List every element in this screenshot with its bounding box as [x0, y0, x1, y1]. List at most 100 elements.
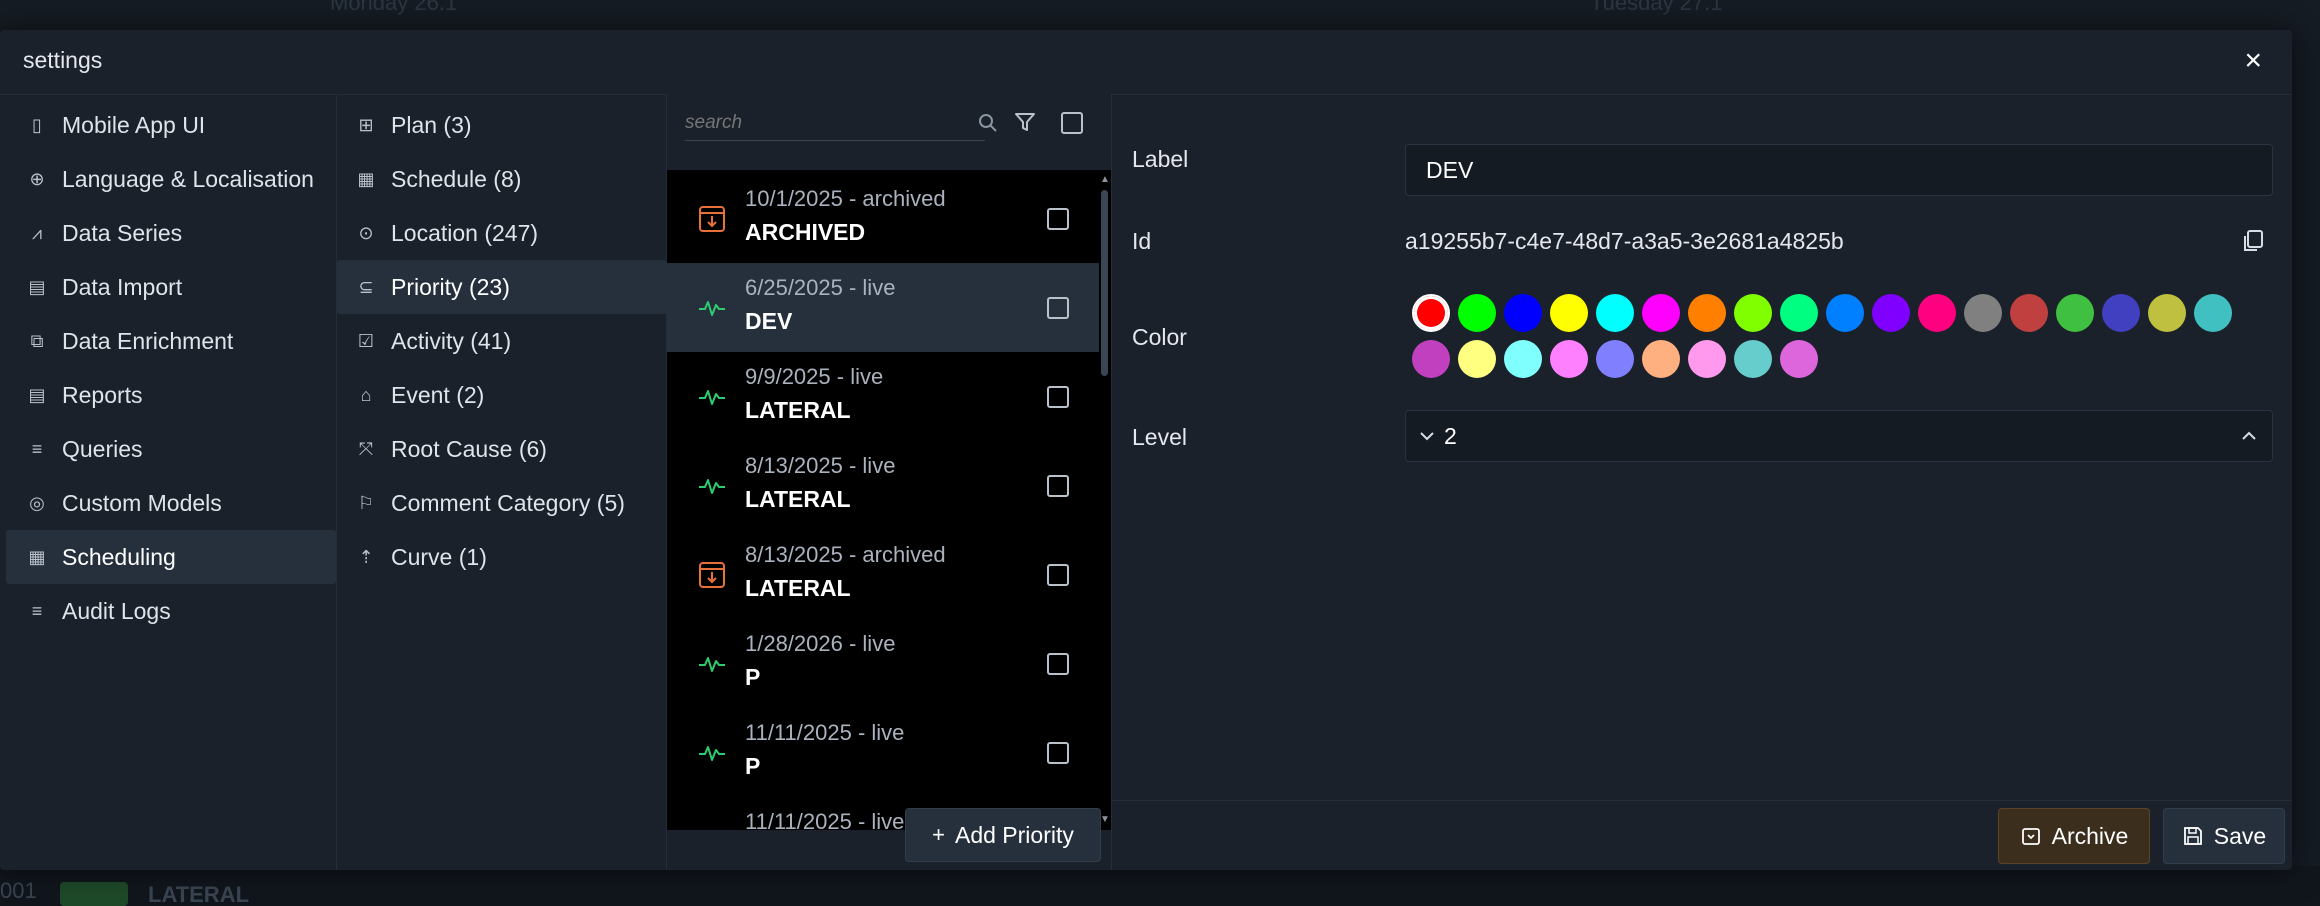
column-divider — [1111, 94, 1112, 870]
save-button[interactable]: Save — [2163, 808, 2285, 864]
settings-dialog: settings × ▯ Mobile App UI ⊕ Language & Loc… — [0, 30, 2292, 870]
list-item-checkbox[interactable] — [1047, 386, 1069, 408]
color-swatch[interactable] — [1412, 340, 1450, 378]
list-item-label: ARCHIVED — [745, 219, 866, 245]
close-icon[interactable]: × — [2244, 44, 2262, 78]
chevron-up-icon[interactable] — [2238, 425, 2260, 447]
color-swatch[interactable] — [1688, 294, 1726, 332]
add-priority-button[interactable]: + Add Priority — [905, 808, 1101, 862]
color-swatch[interactable] — [1412, 294, 1450, 332]
color-swatch[interactable] — [1964, 294, 2002, 332]
sub-nav-item-priority-23[interactable]: ⊆ Priority (23) — [337, 260, 667, 314]
color-swatch[interactable] — [1596, 340, 1634, 378]
activity-icon: ☑ — [357, 330, 375, 351]
live-pulse-icon — [697, 827, 727, 830]
scroll-up-arrow[interactable]: ▲ — [1099, 174, 1111, 185]
list-item-date: 1/28/2026 - live — [745, 631, 896, 656]
select-all-checkbox[interactable] — [1061, 112, 1083, 134]
sub-nav-item-root-cause-6[interactable]: ⤧ Root Cause (6) — [337, 422, 667, 476]
audit-icon: ≡ — [31, 600, 43, 621]
nav-item-audit-logs[interactable]: ≡ Audit Logs — [6, 584, 336, 638]
color-swatch[interactable] — [2010, 294, 2048, 332]
level-value: 2 — [1444, 423, 1457, 449]
list-item[interactable]: 10/1/2025 - archived ARCHIVED — [667, 174, 1099, 263]
nav-item-data-series[interactable]: ⩘ Data Series — [6, 206, 336, 260]
list-item-checkbox[interactable] — [1047, 297, 1069, 319]
color-swatch[interactable] — [1688, 340, 1726, 378]
color-field-label: Color — [1132, 324, 1187, 350]
list-item-checkbox[interactable] — [1047, 475, 1069, 497]
copy-icon[interactable] — [2240, 228, 2266, 254]
color-swatch[interactable] — [1734, 294, 1772, 332]
search-icon[interactable] — [977, 112, 999, 134]
nav-item-language-localisation[interactable]: ⊕ Language & Localisation — [6, 152, 336, 206]
search-input[interactable] — [685, 112, 985, 141]
sub-nav-item-location-247[interactable]: ⊙ Location (247) — [337, 206, 667, 260]
sub-nav-item-activity-41[interactable]: ☑ Activity (41) — [337, 314, 667, 368]
bg-day-right: Tuesday 27.1 — [1590, 0, 1723, 15]
list-item[interactable]: 8/13/2025 - live LATERAL — [667, 441, 1099, 530]
label-input[interactable] — [1405, 144, 2273, 196]
scrollbar-thumb[interactable] — [1101, 190, 1108, 376]
color-swatch[interactable] — [1550, 294, 1588, 332]
chevron-down-icon[interactable] — [1416, 425, 1438, 447]
sub-nav-item-comment-category-5[interactable]: ⚐ Comment Category (5) — [337, 476, 667, 530]
sub-nav-item-label: Schedule (8) — [391, 165, 522, 192]
archive-label: Archive — [2051, 822, 2129, 849]
report-icon: ▤ — [28, 384, 46, 405]
nav-item-label: Mobile App UI — [62, 111, 206, 138]
nav-item-label: Data Enrichment — [62, 327, 234, 354]
nav-item-data-enrichment[interactable]: ⧉ Data Enrichment — [6, 314, 336, 368]
list-item[interactable]: 11/11/2025 - live P — [667, 708, 1099, 797]
nav-item-queries[interactable]: ≡ Queries — [6, 422, 336, 476]
color-swatch[interactable] — [2194, 294, 2232, 332]
nav-item-scheduling[interactable]: ▦ Scheduling — [6, 530, 336, 584]
color-swatch[interactable] — [1458, 340, 1496, 378]
color-swatch[interactable] — [1458, 294, 1496, 332]
nav-item-custom-models[interactable]: ◎ Custom Models — [6, 476, 336, 530]
list-item-checkbox[interactable] — [1047, 208, 1069, 230]
color-swatch[interactable] — [2148, 294, 2186, 332]
color-swatch[interactable] — [1504, 340, 1542, 378]
nav-item-mobile-app-ui[interactable]: ▯ Mobile App UI — [6, 98, 336, 152]
list-item[interactable]: 1/28/2026 - live P — [667, 619, 1099, 708]
color-swatch[interactable] — [2056, 294, 2094, 332]
color-swatch[interactable] — [1734, 340, 1772, 378]
header-divider — [0, 94, 2292, 95]
level-select[interactable]: 2 — [1405, 410, 2273, 462]
color-swatch[interactable] — [1826, 294, 1864, 332]
list-item[interactable]: 6/25/2025 - live DEV — [667, 263, 1099, 352]
color-swatch[interactable] — [1918, 294, 1956, 332]
sub-nav-item-plan-3[interactable]: ⊞ Plan (3) — [337, 98, 667, 152]
list-item[interactable]: 8/13/2025 - archived LATERAL — [667, 530, 1099, 619]
sub-nav-item-curve-1[interactable]: ⇡ Curve (1) — [337, 530, 667, 584]
color-swatch[interactable] — [1780, 340, 1818, 378]
list-item-checkbox[interactable] — [1047, 653, 1069, 675]
add-priority-label: Add Priority — [954, 821, 1074, 848]
list-item-checkbox[interactable] — [1047, 742, 1069, 764]
color-swatch[interactable] — [1504, 294, 1542, 332]
sub-nav-item-label: Location (247) — [391, 219, 539, 246]
color-swatch[interactable] — [1550, 340, 1588, 378]
list-item-checkbox[interactable] — [1047, 564, 1069, 586]
color-swatch[interactable] — [2102, 294, 2140, 332]
bg-row-code: 001 — [0, 878, 37, 903]
color-swatch[interactable] — [1596, 294, 1634, 332]
archive-icon — [697, 560, 727, 590]
root-cause-icon: ⤧ — [358, 438, 374, 459]
color-swatch-grid — [1412, 294, 2272, 378]
color-swatch[interactable] — [1642, 294, 1680, 332]
query-icon: ≡ — [31, 438, 43, 459]
archive-button[interactable]: Archive — [1998, 808, 2150, 864]
color-swatch[interactable] — [1872, 294, 1910, 332]
list-item-date: 9/9/2025 - live — [745, 364, 884, 389]
sub-nav-item-schedule-8[interactable]: ▦ Schedule (8) — [337, 152, 667, 206]
priority-icon: ⊆ — [358, 276, 374, 297]
sub-nav-item-event-2[interactable]: ⌂ Event (2) — [337, 368, 667, 422]
filter-icon[interactable] — [1013, 110, 1037, 134]
nav-item-data-import[interactable]: ▤ Data Import — [6, 260, 336, 314]
color-swatch[interactable] — [1642, 340, 1680, 378]
list-item[interactable]: 9/9/2025 - live LATERAL — [667, 352, 1099, 441]
nav-item-reports[interactable]: ▤ Reports — [6, 368, 336, 422]
color-swatch[interactable] — [1780, 294, 1818, 332]
